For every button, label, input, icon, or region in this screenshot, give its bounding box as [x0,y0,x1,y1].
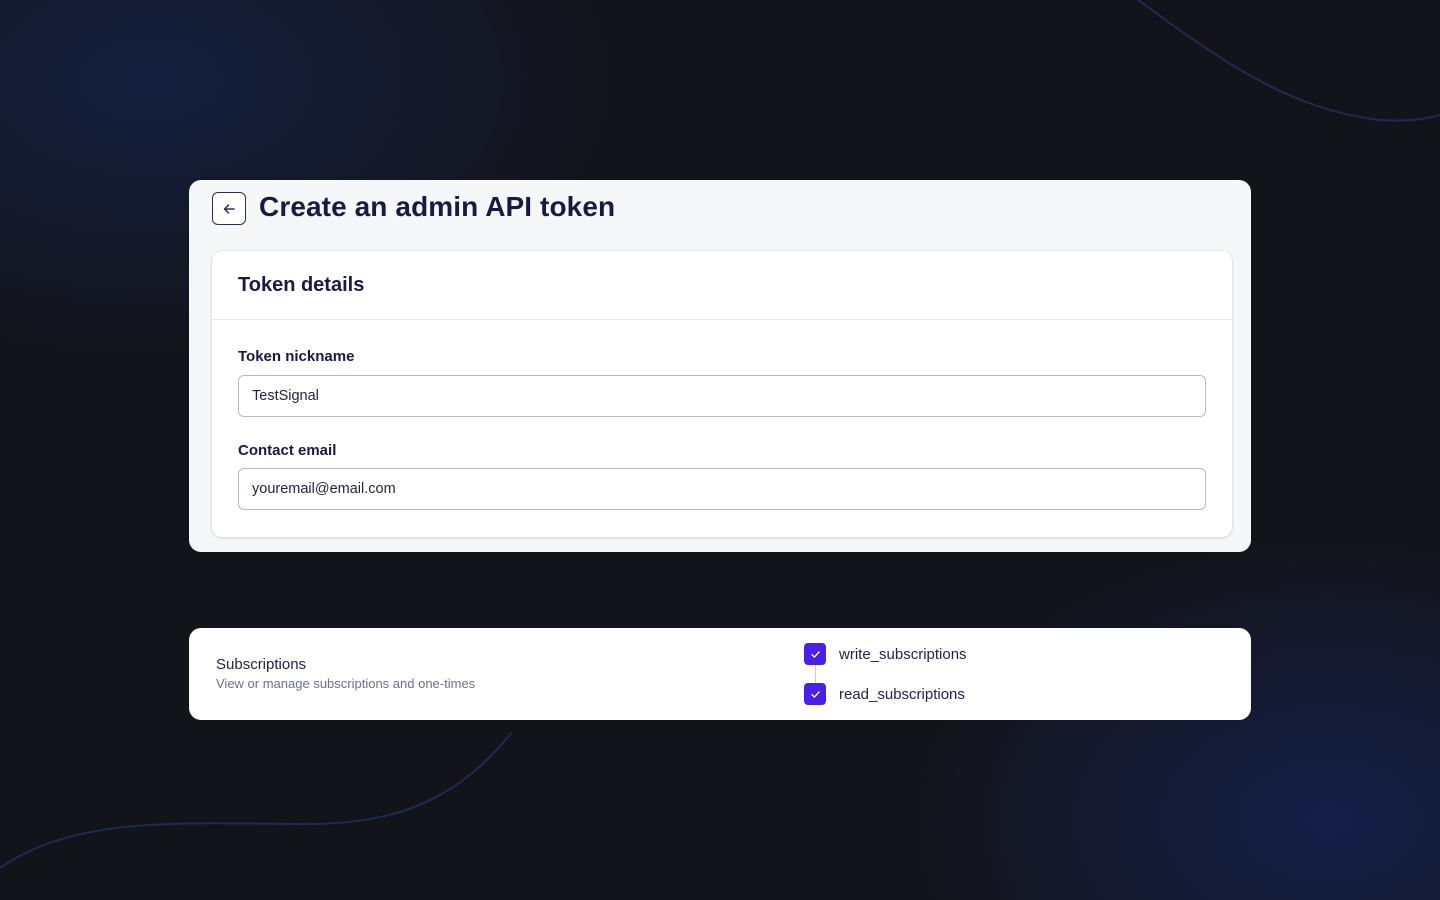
token-details-title: Token details [238,273,365,296]
token-details-header: Token details [212,251,1232,320]
write-subscriptions-label: write_subscriptions [839,645,967,663]
page-title: Create an admin API token [259,191,616,222]
subscriptions-title: Subscriptions [216,656,307,673]
write-subscriptions-checkbox[interactable] [804,643,826,665]
checkmark-icon [810,690,820,698]
read-subscriptions-checkbox[interactable] [804,683,826,705]
create-token-panel: Create an admin API token Token details … [189,180,1251,552]
subscriptions-description: View or manage subscriptions and one-tim… [216,676,476,691]
contact-email-label: Contact email [238,442,337,459]
permission-write-subscriptions[interactable]: write_subscriptions [804,643,967,665]
token-details-card: Token details Token nickname Contact ema… [212,251,1232,537]
permission-read-subscriptions[interactable]: read_subscriptions [804,683,965,705]
back-button[interactable] [212,192,246,225]
token-nickname-label: Token nickname [238,348,355,365]
read-subscriptions-label: read_subscriptions [839,685,965,703]
token-nickname-input[interactable] [238,375,1206,417]
subscriptions-scope-panel: Subscriptions View or manage subscriptio… [189,628,1251,720]
arrow-left-icon [223,203,235,214]
checkmark-icon [810,650,820,658]
contact-email-input[interactable] [238,468,1206,510]
